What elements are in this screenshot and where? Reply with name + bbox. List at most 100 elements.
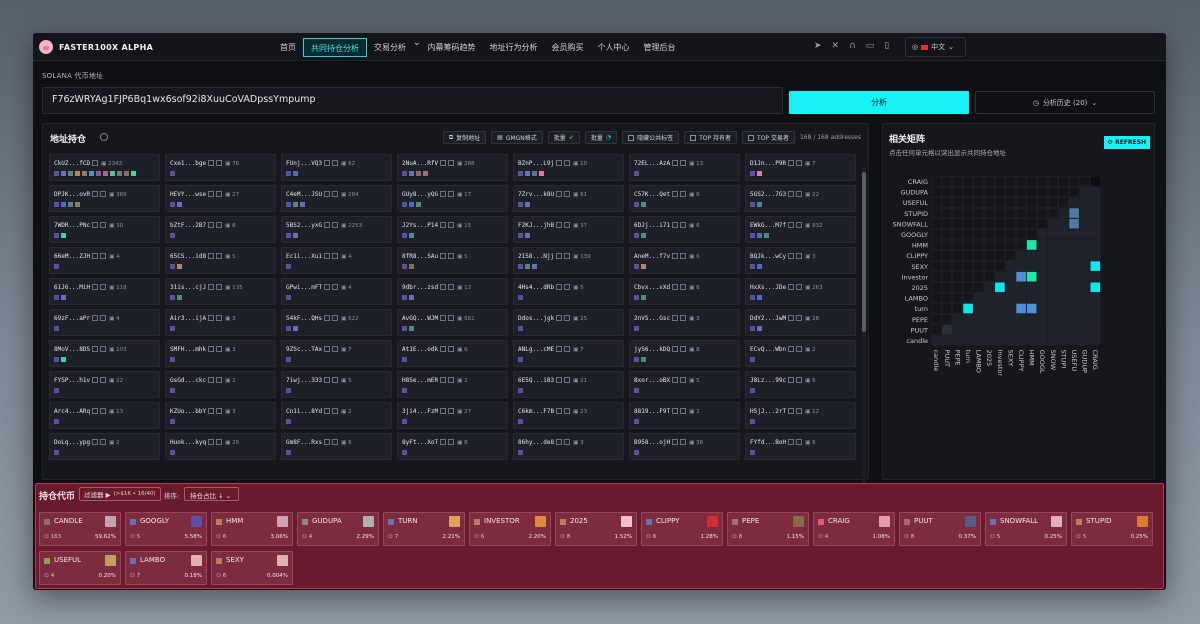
token-swatch[interactable]	[518, 264, 523, 269]
matrix-cell[interactable]	[1069, 229, 1080, 240]
token-swatch[interactable]	[641, 202, 646, 207]
matrix-cell[interactable]	[1090, 229, 1101, 240]
token-card[interactable]: 2025 ⚇ 8 1.52%	[555, 512, 637, 546]
matrix-cell[interactable]	[941, 292, 952, 303]
matrix-cell[interactable]	[1037, 271, 1048, 282]
token-swatch[interactable]	[750, 295, 755, 300]
headset-icon[interactable]: ∩	[849, 41, 856, 51]
address-card[interactable]: 86hy...de8 ▣ 3	[513, 433, 624, 460]
token-swatch[interactable]	[641, 264, 646, 269]
token-swatch[interactable]	[634, 171, 639, 176]
matrix-cell[interactable]	[1005, 176, 1016, 187]
matrix-cell[interactable]	[1079, 303, 1090, 314]
matrix-cell[interactable]	[973, 229, 984, 240]
matrix-cell[interactable]	[1047, 261, 1058, 272]
token-swatch[interactable]	[641, 233, 646, 238]
copy-address-button[interactable]: ⧉ 复制地址	[442, 131, 487, 144]
token-swatch[interactable]	[518, 450, 523, 455]
token-swatch[interactable]	[525, 264, 530, 269]
analyze-button[interactable]: 分析	[789, 91, 969, 114]
matrix-cell[interactable]	[1047, 324, 1058, 335]
token-swatch[interactable]	[757, 264, 762, 269]
address-text[interactable]: 8yFt...XoT	[402, 439, 438, 446]
address-text[interactable]: AvGQ...WJM	[402, 315, 438, 322]
matrix-cell[interactable]	[1047, 271, 1058, 282]
matrix-cell[interactable]	[1026, 324, 1037, 335]
matrix-cell[interactable]	[984, 271, 995, 282]
matrix-cell[interactable]	[984, 303, 995, 314]
address-text[interactable]: BZnP...L9j	[518, 160, 554, 167]
token-swatch[interactable]	[525, 233, 530, 238]
token-swatch[interactable]	[634, 450, 639, 455]
telegram-icon[interactable]: ➤	[814, 41, 822, 51]
address-text[interactable]: 8fR8...SAu	[402, 253, 438, 260]
token-swatch[interactable]	[634, 419, 639, 424]
matrix-cell[interactable]	[984, 282, 995, 293]
address-text[interactable]: 65CS...id8	[170, 253, 206, 260]
address-text[interactable]: bZtF...2B7	[170, 222, 206, 229]
token-card[interactable]: STUPID ⚇ 5 0.25%	[1071, 512, 1153, 546]
address-text[interactable]: GsGd...ckc	[170, 377, 206, 384]
matrix-cell[interactable]	[941, 271, 952, 282]
matrix-cell[interactable]	[1005, 324, 1016, 335]
token-swatch[interactable]	[757, 202, 762, 207]
matrix-cell[interactable]	[1069, 335, 1080, 346]
token-swatch[interactable]	[110, 171, 115, 176]
matrix-cell[interactable]	[984, 292, 995, 303]
token-swatch[interactable]	[117, 171, 122, 176]
token-swatch[interactable]	[96, 171, 101, 176]
matrix-cell[interactable]	[1005, 271, 1016, 282]
matrix-cell[interactable]	[941, 261, 952, 272]
token-card[interactable]: GOOGLY ⚇ 5 5.58%	[125, 512, 207, 546]
matrix-cell[interactable]	[952, 261, 963, 272]
language-select[interactable]: ◎ 中文 ⌄	[905, 37, 966, 57]
matrix-cell[interactable]	[994, 303, 1005, 314]
matrix-cell[interactable]	[931, 282, 942, 293]
address-text[interactable]: Cxe1...bge	[170, 160, 206, 167]
address-text[interactable]: 6DJj...i71	[634, 222, 670, 229]
address-card[interactable]: 7iwj...333 ▣ 5	[281, 371, 392, 398]
token-swatch[interactable]	[54, 202, 59, 207]
matrix-cell[interactable]	[1069, 314, 1080, 325]
address-card[interactable]: J8Lz...99c ▣ 6	[745, 371, 856, 398]
token-card[interactable]: TURN ⚇ 7 2.21%	[383, 512, 465, 546]
token-swatch[interactable]	[750, 357, 755, 362]
matrix-cell[interactable]	[1069, 186, 1080, 197]
token-swatch[interactable]	[409, 171, 414, 176]
address-card[interactable]: 8MoV...8DS ▣ 103	[49, 340, 160, 367]
address-text[interactable]: Cn1i...8Yd	[286, 408, 322, 415]
matrix-cell[interactable]	[963, 239, 974, 250]
matrix-cell[interactable]	[1005, 186, 1016, 197]
scrollbar-thumb[interactable]	[862, 172, 866, 332]
token-swatch[interactable]	[518, 419, 523, 424]
matrix-cell[interactable]	[931, 303, 942, 314]
matrix-cell[interactable]	[1058, 176, 1069, 187]
docs-icon[interactable]: ▯	[884, 41, 889, 51]
address-text[interactable]: C6km...F7B	[518, 408, 554, 415]
matrix-cell[interactable]	[931, 314, 942, 325]
token-swatch[interactable]	[416, 202, 421, 207]
token-swatch[interactable]	[750, 388, 755, 393]
matrix-cell[interactable]	[1016, 218, 1027, 229]
matrix-cell[interactable]	[1069, 176, 1080, 187]
matrix-cell[interactable]	[1016, 314, 1027, 325]
address-card[interactable]: Ddos...jgk ▣ 25	[513, 309, 624, 336]
matrix-cell[interactable]	[984, 324, 995, 335]
address-card[interactable]: J2Ys...P14 ▣ 15	[397, 216, 508, 243]
address-text[interactable]: 66eM...ZJH	[54, 253, 90, 260]
address-card[interactable]: jyS6...kDQ ▣ 8	[629, 340, 740, 367]
matrix-cell[interactable]	[1005, 229, 1016, 240]
nav-item-1[interactable]: 共同持仓分析	[303, 38, 367, 57]
matrix-cell[interactable]	[952, 197, 963, 208]
matrix-cell[interactable]	[1047, 239, 1058, 250]
matrix-cell[interactable]	[1026, 197, 1037, 208]
address-text[interactable]: Gm8F...Rxs	[286, 439, 322, 446]
address-text[interactable]: HxXs...JDe	[750, 284, 786, 291]
matrix-highlight-cell[interactable]	[1016, 303, 1026, 314]
token-swatch[interactable]	[518, 357, 523, 362]
address-text[interactable]: Cbvx...vXd	[634, 284, 670, 291]
matrix-cell[interactable]	[963, 197, 974, 208]
matrix-cell[interactable]	[984, 335, 995, 346]
matrix-cell[interactable]	[973, 208, 984, 219]
matrix-cell[interactable]	[1037, 229, 1048, 240]
